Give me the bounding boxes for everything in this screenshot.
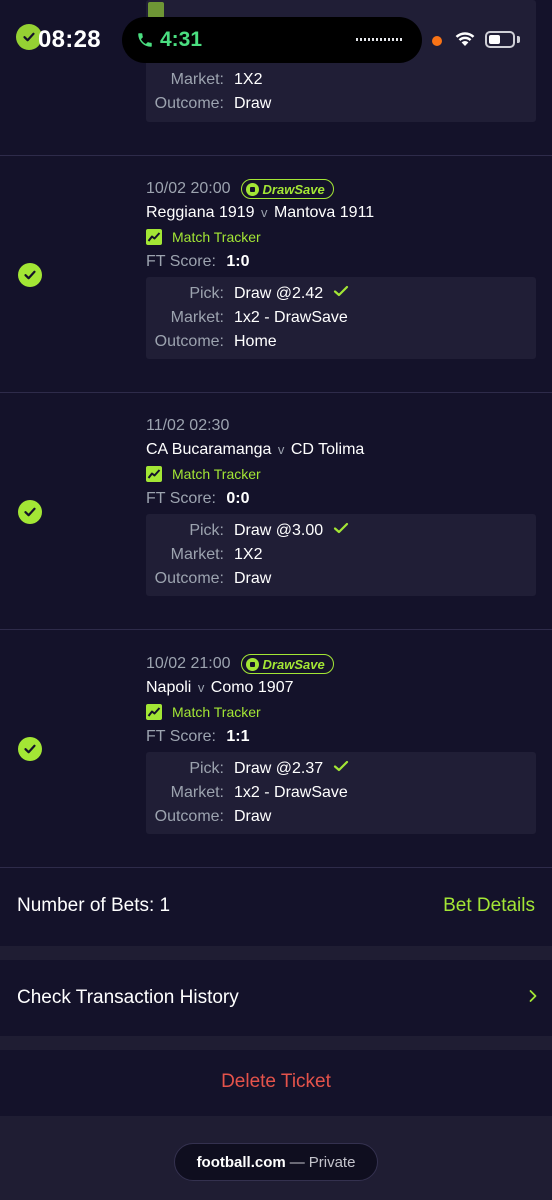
versus-label: v xyxy=(197,680,205,695)
score-label: FT Score: xyxy=(146,728,216,745)
call-duration: 4:31 xyxy=(160,28,203,51)
bet-detail-box: Pick: Draw @2.37 Market: 1x2 - DrawSave … xyxy=(146,752,536,834)
market-value: 1x2 - DrawSave xyxy=(234,309,348,326)
dynamic-island-call[interactable]: 4:31 xyxy=(122,17,422,63)
score-label: FT Score: xyxy=(146,490,216,507)
ticket-details-screen: 08:28 4:31 Market: 1X2 Outcome: Draw 10/… xyxy=(0,0,552,1200)
pick-label: Pick: xyxy=(189,285,224,302)
football-icon xyxy=(245,182,259,196)
market-label: Market: xyxy=(170,309,224,326)
pick-value: Draw @2.42 xyxy=(234,285,324,302)
outcome-value: Draw xyxy=(234,95,272,112)
url-domain: football.com xyxy=(196,1153,286,1171)
private-mode-label: Private xyxy=(308,1153,356,1171)
match-date: 10/02 20:00 xyxy=(146,180,231,197)
chart-icon xyxy=(146,229,162,245)
browser-bottom-bar: football.com — Private xyxy=(0,1116,552,1200)
pick-label: Pick: xyxy=(189,522,224,539)
ft-score: 1:1 xyxy=(226,728,250,745)
check-icon xyxy=(333,757,349,781)
match-teams[interactable]: CA Bucaramanga v CD Tolima xyxy=(146,438,536,462)
address-bar[interactable]: football.com — Private xyxy=(174,1143,378,1181)
match-teams[interactable]: Reggiana 1919 v Mantova 1911 xyxy=(146,201,536,225)
battery-tip xyxy=(517,36,520,43)
section-divider xyxy=(0,1036,552,1050)
market-value: 1x2 - DrawSave xyxy=(234,784,348,801)
pick-value: Draw @2.37 xyxy=(234,760,324,777)
ft-score: 0:0 xyxy=(226,490,250,507)
score-label: FT Score: xyxy=(146,253,216,270)
delete-ticket-button[interactable]: Delete Ticket xyxy=(0,1050,552,1116)
pick-value: Draw @3.00 xyxy=(234,522,324,539)
status-bar: 08:28 4:31 xyxy=(0,0,552,80)
bet-item: 11/02 02:30 CA Bucaramanga v CD Tolima M… xyxy=(0,393,552,630)
bet-details-link[interactable]: Bet Details xyxy=(443,895,535,917)
match-date: 10/02 21:00 xyxy=(146,655,231,672)
mic-indicator-icon xyxy=(432,36,442,46)
home-team: CA Bucaramanga xyxy=(146,441,272,458)
outcome-value: Draw xyxy=(234,570,272,587)
drawsave-badge: DrawSave xyxy=(240,179,334,199)
match-teams[interactable]: Napoli v Como 1907 xyxy=(146,676,536,700)
outcome-value: Home xyxy=(234,333,277,350)
bet-detail-box: Pick: Draw @3.00 Market: 1X2 Outcome: Dr… xyxy=(146,514,536,596)
outcome-label: Outcome: xyxy=(154,333,224,350)
match-tracker-label: Match Tracker xyxy=(172,704,261,720)
check-icon xyxy=(333,282,349,306)
wifi-icon xyxy=(454,30,476,52)
delete-ticket-label: Delete Ticket xyxy=(221,1071,331,1092)
outcome-label: Outcome: xyxy=(154,808,224,825)
pick-label: Pick: xyxy=(189,760,224,777)
bet-detail-box: Pick: Draw @2.42 Market: 1x2 - DrawSave … xyxy=(146,277,536,359)
drawsave-badge: DrawSave xyxy=(240,654,334,674)
section-divider xyxy=(0,946,552,960)
away-team: CD Tolima xyxy=(290,441,365,458)
away-team: Mantova 1911 xyxy=(273,204,375,221)
outcome-label: Outcome: xyxy=(154,570,224,587)
market-value: 1X2 xyxy=(234,546,263,563)
won-check-icon xyxy=(18,500,42,524)
won-check-icon xyxy=(18,737,42,761)
outcome-value: Draw xyxy=(234,808,272,825)
check-transaction-history-row[interactable]: Check Transaction History xyxy=(0,960,552,1036)
won-check-icon xyxy=(18,263,42,287)
home-team: Reggiana 1919 xyxy=(146,204,255,221)
outcome-label: Outcome: xyxy=(154,95,224,112)
transaction-history-label: Check Transaction History xyxy=(17,987,239,1008)
home-team: Napoli xyxy=(146,679,192,696)
match-tracker-label: Match Tracker xyxy=(172,229,261,245)
match-date: 11/02 02:30 xyxy=(146,417,230,434)
match-tracker-link[interactable]: Match Tracker xyxy=(146,225,536,249)
chart-icon xyxy=(146,704,162,720)
match-tracker-link[interactable]: Match Tracker xyxy=(146,462,536,486)
phone-icon xyxy=(136,31,154,49)
number-of-bets-label: Number of Bets: 1 xyxy=(17,895,171,916)
away-team: Como 1907 xyxy=(210,679,294,696)
market-label: Market: xyxy=(170,546,224,563)
clock: 08:28 xyxy=(38,26,101,53)
chevron-right-icon xyxy=(528,988,538,1009)
match-tracker-label: Match Tracker xyxy=(172,466,261,482)
football-icon xyxy=(245,657,259,671)
url-separator: — xyxy=(289,1153,305,1171)
match-tracker-link[interactable]: Match Tracker xyxy=(146,700,536,724)
audio-waveform-icon xyxy=(356,38,402,41)
check-icon xyxy=(333,519,349,543)
battery-icon xyxy=(485,31,515,48)
market-label: Market: xyxy=(170,784,224,801)
bet-item: 10/02 20:00 DrawSave Reggiana 1919 v Man… xyxy=(0,156,552,393)
ft-score: 1:0 xyxy=(226,253,250,270)
number-of-bets-row: Number of Bets: 1 Bet Details xyxy=(0,868,552,946)
versus-label: v xyxy=(277,442,285,457)
chart-icon xyxy=(146,466,162,482)
versus-label: v xyxy=(261,205,268,220)
bet-item: 10/02 21:00 DrawSave Napoli v Como 1907 … xyxy=(0,630,552,868)
